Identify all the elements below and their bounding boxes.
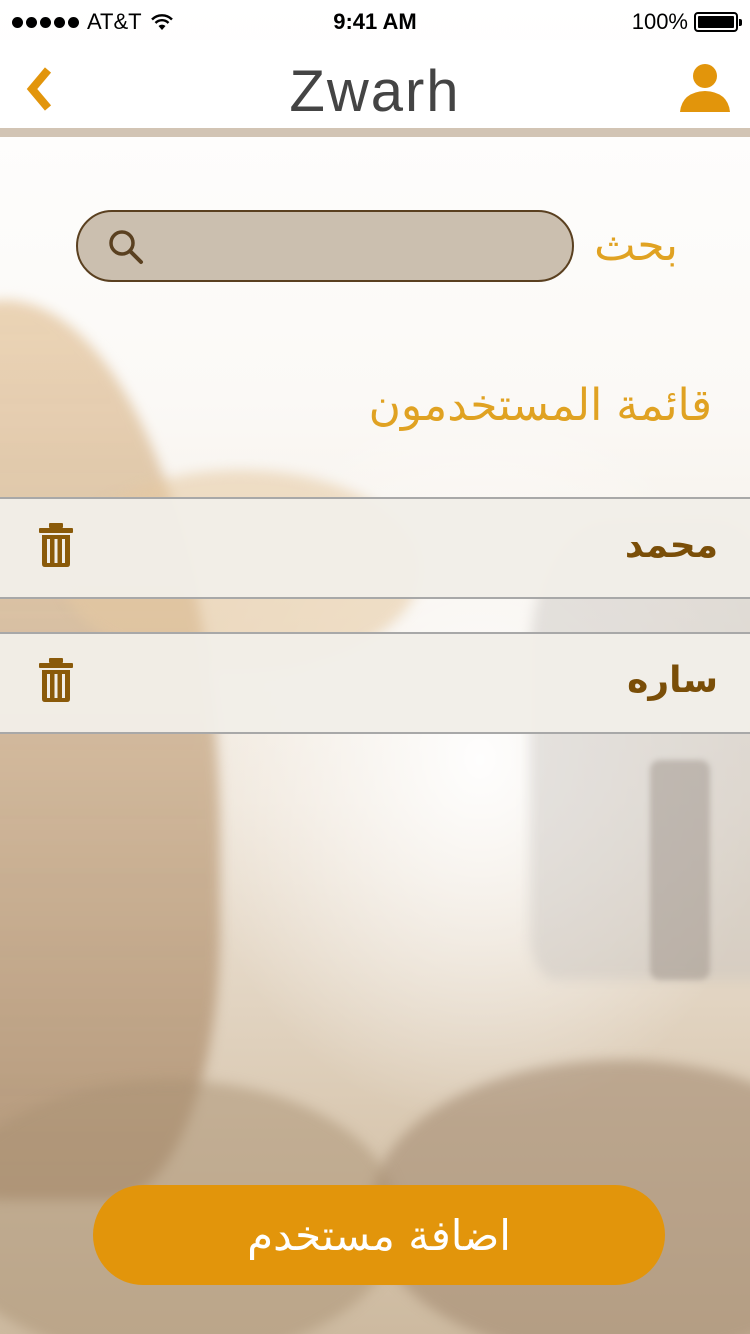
search-input[interactable] bbox=[158, 212, 552, 282]
navigation-bar: Zwarh bbox=[0, 40, 750, 130]
user-name: محمد bbox=[624, 525, 718, 566]
battery-percent: 100% bbox=[631, 9, 688, 34]
app-logo: Zwarh bbox=[289, 59, 461, 124]
list-item[interactable]: ساره bbox=[0, 632, 750, 734]
battery-icon bbox=[694, 12, 742, 32]
status-bar: AT&T 9:41 AM 100% bbox=[0, 0, 750, 40]
trash-icon[interactable] bbox=[38, 658, 74, 702]
add-user-button[interactable]: اضافة مستخدم bbox=[93, 1185, 665, 1285]
search-bar[interactable] bbox=[76, 210, 574, 282]
trash-icon[interactable] bbox=[38, 523, 74, 567]
list-item[interactable]: محمد bbox=[0, 497, 750, 599]
users-list-title: قائمة المستخدمون bbox=[368, 380, 712, 431]
nav-divider bbox=[0, 128, 750, 137]
search-label: بحث bbox=[594, 220, 678, 271]
search-icon[interactable] bbox=[108, 229, 144, 265]
user-name: ساره bbox=[627, 660, 718, 701]
user-icon[interactable] bbox=[678, 62, 732, 114]
